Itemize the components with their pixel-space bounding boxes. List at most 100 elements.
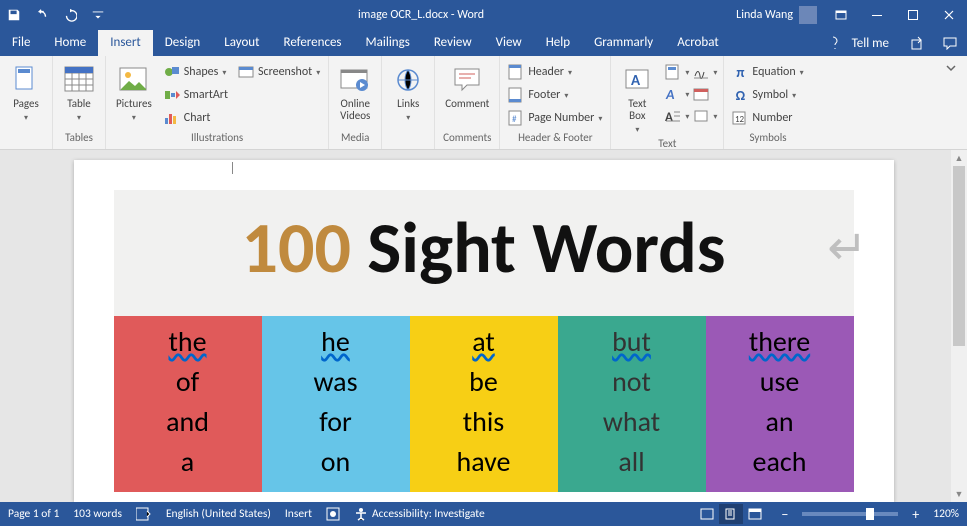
zoom-in-icon[interactable]: + [912,506,919,523]
vertical-scrollbar[interactable]: ▲ ▼ [951,150,967,502]
tab-mailings[interactable]: Mailings [354,30,422,56]
online-videos-button[interactable]: Online Videos [335,62,375,124]
table-column[interactable]: atbethishave [410,316,558,492]
document-heading[interactable]: 100 Sight Words ↵ [114,190,854,316]
word-cell[interactable]: each [706,442,854,482]
chart-button[interactable]: Chart [162,108,230,128]
zoom-slider[interactable] [802,512,898,516]
scroll-up-icon[interactable]: ▲ [951,150,967,166]
tab-grammarly[interactable]: Grammarly [582,30,665,56]
tab-home[interactable]: Home [42,30,98,56]
undo-icon[interactable] [28,0,56,30]
scroll-thumb[interactable] [953,166,965,346]
table-column[interactable]: theofanda [114,316,262,492]
table-button[interactable]: Table▾ [59,62,99,125]
pictures-button[interactable]: Pictures▾ [112,62,156,125]
tellme-label[interactable]: Tell me [852,36,889,51]
tab-design[interactable]: Design [153,30,212,56]
close-icon[interactable] [931,0,967,30]
pages-button[interactable]: Pages▾ [6,62,46,125]
scroll-down-icon[interactable]: ▼ [951,486,967,502]
sight-words-table[interactable]: theofandahewasforonatbethishavebutnotwha… [114,316,854,492]
word-cell[interactable]: of [114,362,262,402]
tab-acrobat[interactable]: Acrobat [665,30,731,56]
user-account[interactable]: Linda Wang [730,6,823,24]
object-icon[interactable] [691,106,711,126]
word-cell[interactable]: at [410,322,558,362]
word-cell[interactable]: and [114,402,262,442]
language[interactable]: English (United States) [166,507,271,521]
page-count[interactable]: Page 1 of 1 [8,507,59,521]
tellme-icon[interactable] [828,36,842,50]
wordart-icon[interactable]: A [663,84,683,104]
zoom-level[interactable]: 120% [933,507,959,521]
svg-text:A: A [631,72,641,90]
svg-text:12: 12 [735,114,745,125]
insert-mode[interactable]: Insert [285,507,312,521]
word-cell[interactable]: was [262,362,410,402]
word-cell[interactable]: what [558,402,706,442]
tab-file[interactable]: File [0,30,42,56]
comment-button[interactable]: Comment [441,62,493,112]
maximize-icon[interactable] [895,0,931,30]
word-cell[interactable]: be [410,362,558,402]
table-column[interactable]: butnotwhatall [558,316,706,492]
equation-button[interactable]: πEquation▾ [730,62,805,82]
save-icon[interactable] [0,0,28,30]
textbox-button[interactable]: A Text Box▾ [617,62,657,137]
collapse-ribbon-icon[interactable] [945,56,967,149]
smartart-button[interactable]: SmartArt [162,85,230,105]
comments-icon[interactable] [943,36,957,50]
word-cell[interactable]: the [114,322,262,362]
links-button[interactable]: Links▾ [388,62,428,125]
word-cell[interactable]: he [262,322,410,362]
word-cell[interactable]: a [114,442,262,482]
redo-icon[interactable] [56,0,84,30]
view-print-icon[interactable] [719,504,743,524]
screenshot-button[interactable]: Screenshot▾ [236,62,322,82]
share-icon[interactable] [911,36,925,50]
word-cell[interactable]: all [558,442,706,482]
word-cell[interactable]: have [410,442,558,482]
group-symbols: πEquation▾ ΩSymbol▾ 12Number Symbols [724,56,811,149]
quickparts-icon[interactable] [663,62,683,82]
word-cell[interactable]: but [558,322,706,362]
table-column[interactable]: hewasforon [262,316,410,492]
document-area[interactable]: 100 Sight Words ↵ theofandahewasforonatb… [0,150,967,502]
view-focus-icon[interactable] [695,504,719,524]
signature-icon[interactable] [691,62,711,82]
word-cell[interactable]: for [262,402,410,442]
word-cell[interactable]: there [706,322,854,362]
tab-help[interactable]: Help [534,30,582,56]
svg-text:#: # [512,114,517,125]
tab-references[interactable]: References [272,30,354,56]
footer-button[interactable]: Footer▾ [506,85,604,105]
zoom-out-icon[interactable]: − [781,506,788,523]
tab-review[interactable]: Review [422,30,484,56]
macro-icon[interactable] [326,507,340,521]
tab-insert[interactable]: Insert [98,30,153,56]
symbol-button[interactable]: ΩSymbol▾ [730,85,805,105]
word-cell[interactable]: use [706,362,854,402]
table-column[interactable]: thereuseaneach [706,316,854,492]
number-button[interactable]: 12Number [730,108,805,128]
document-page[interactable]: 100 Sight Words ↵ theofandahewasforonatb… [74,160,894,502]
word-cell[interactable]: not [558,362,706,402]
accessibility-status[interactable]: Accessibility: Investigate [354,507,485,521]
word-cell[interactable]: on [262,442,410,482]
spellcheck-icon[interactable] [136,507,152,521]
datetime-icon[interactable] [691,84,711,104]
view-web-icon[interactable] [743,504,767,524]
word-count[interactable]: 103 words [73,507,122,521]
header-button[interactable]: Header▾ [506,62,604,82]
ribbon-display-icon[interactable] [823,0,859,30]
word-cell[interactable]: an [706,402,854,442]
dropcap-icon[interactable]: A [663,106,683,126]
page-number-button[interactable]: #Page Number▾ [506,108,604,128]
tab-layout[interactable]: Layout [212,30,271,56]
qat-customize-icon[interactable] [84,0,112,30]
tab-view[interactable]: View [484,30,534,56]
word-cell[interactable]: this [410,402,558,442]
shapes-button[interactable]: Shapes▾ [162,62,230,82]
minimize-icon[interactable] [859,0,895,30]
